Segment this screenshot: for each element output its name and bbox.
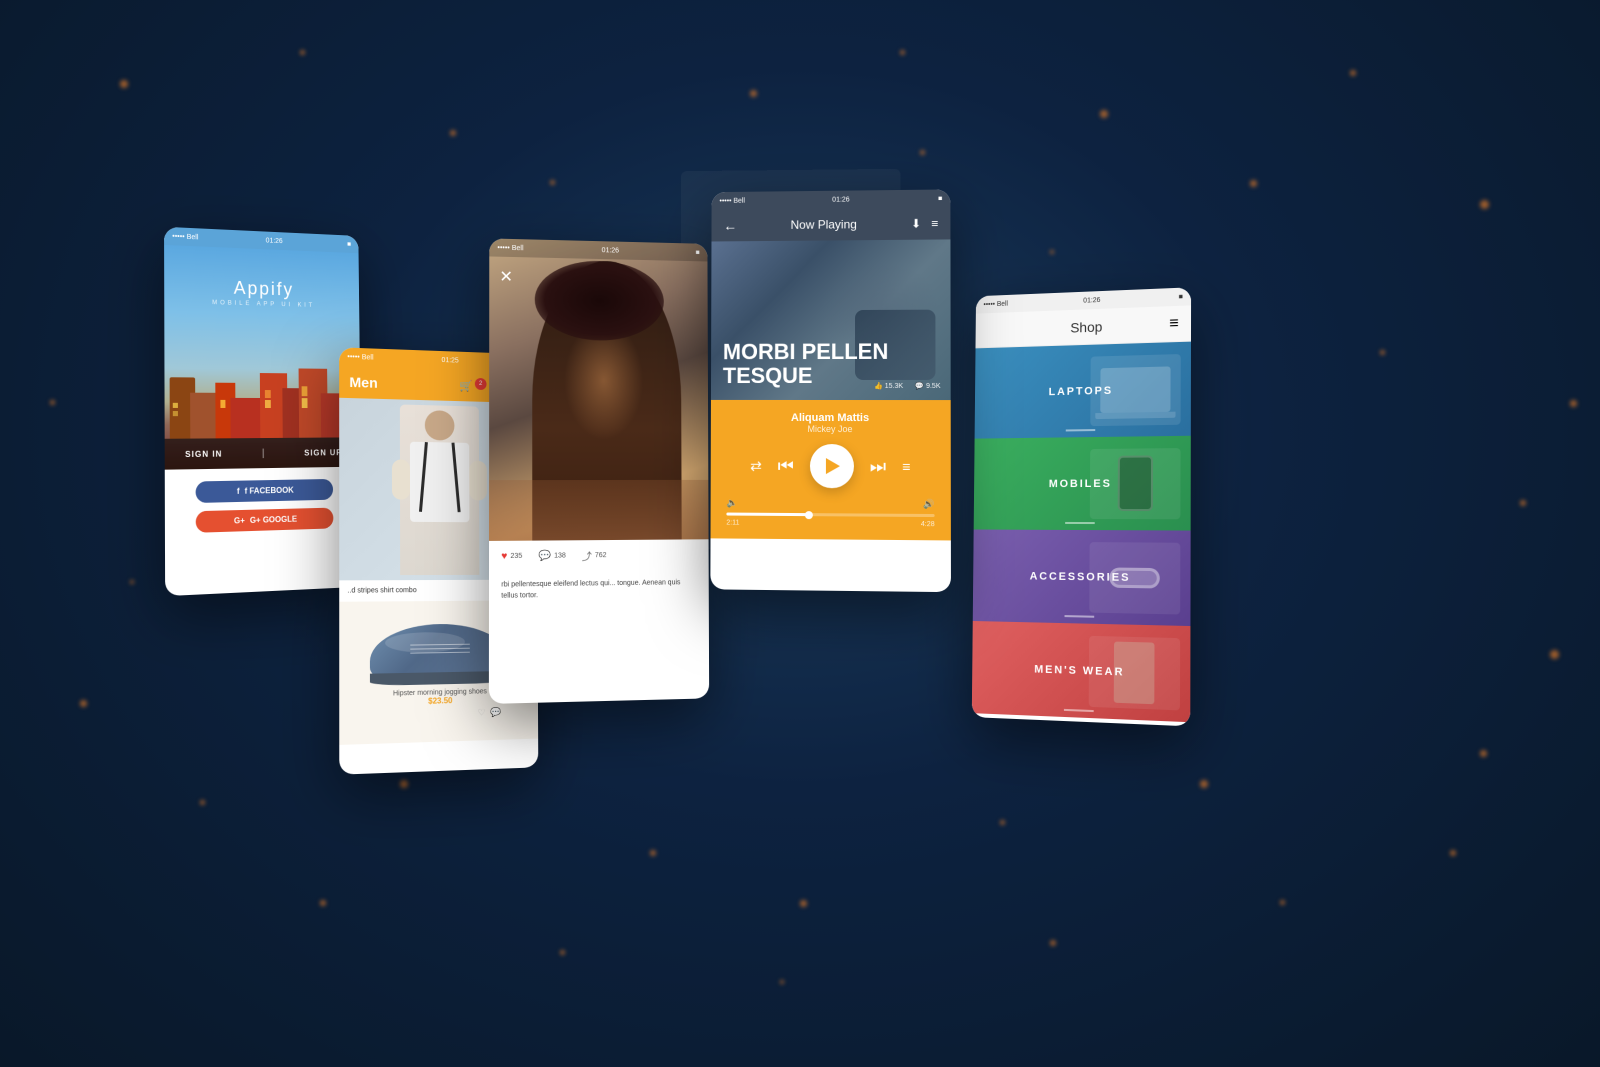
phone3-time: 01:26 (602, 247, 619, 254)
category-menswear-label: MEN'S WEAR (1034, 663, 1124, 678)
phone3-signal: ••••• Bell (497, 244, 523, 252)
category-laptops-label: LAPTOPS (1049, 384, 1114, 397)
phone4-menu-icon[interactable]: ≡ (931, 217, 938, 231)
progress-fill (726, 513, 809, 517)
phone2-title: Men (349, 374, 377, 391)
phone1-signal: ••••• Bell (172, 233, 198, 241)
phone3-share-item: ⤴ 762 (582, 548, 607, 563)
phone3-like-item: ♥ 235 (501, 551, 522, 562)
time-total: 4:28 (921, 521, 935, 528)
phone3-battery: ■ (696, 249, 700, 256)
phone3-article-text: rbi pellentesque eleifend lectus qui... … (489, 570, 709, 610)
phone4-track-name: Aliquam Mattis (723, 412, 939, 424)
phone-shop-categories: ••••• Bell 01:26 ■ Shop ≡ LAPTOPS MOBILE… (972, 287, 1191, 726)
phone4-header: ← Now Playing ⬇ ≡ (711, 207, 950, 241)
google-icon: G+ (234, 516, 245, 525)
phone1-signin[interactable]: SIGN IN (185, 449, 222, 459)
phone4-battery: ■ (938, 195, 942, 202)
shoe-wishlist-icon[interactable]: ♡ (478, 707, 486, 718)
facebook-login-button[interactable]: f f FACEBOOK (196, 479, 334, 503)
phone4-progress-wrapper: 🔈 🔊 2:11 4:28 (726, 498, 934, 529)
next-button[interactable]: ⏭ (870, 456, 886, 477)
cart-icon[interactable]: 🛒 (459, 379, 472, 392)
phone4-signal: ••••• Bell (719, 197, 744, 204)
volume-icon[interactable]: 🔈 (726, 498, 737, 509)
phone4-player-controls: ⇄ ⏮ ⏭ ≡ (723, 444, 939, 489)
google-login-button[interactable]: G+ G+ GOOGLE (196, 508, 334, 533)
phone4-time: 01:26 (832, 196, 849, 203)
eq-button[interactable]: ≡ (902, 458, 910, 474)
phone3-like-icon[interactable]: ♥ (501, 551, 507, 562)
phone-appify-login: ••••• Bell 01:26 ■ (164, 227, 362, 596)
phone4-back-icon[interactable]: ← (723, 218, 737, 234)
phone-social-article: ••••• Bell 01:26 ■ ✕ ♥ 235 💬 138 (489, 238, 709, 704)
progress-track[interactable] (726, 513, 934, 518)
phone4-player-section: Aliquam Mattis Mickey Joe ⇄ ⏮ ⏭ ≡ 🔈 🔊 (711, 400, 951, 541)
fb-icon: f (237, 487, 240, 496)
phone3-comment-icon[interactable]: 💬 (538, 551, 551, 562)
category-accessories[interactable]: ACCESSORIES (973, 529, 1191, 626)
phone3-article-content: rbi pellentesque eleifend lectus qui... … (501, 579, 680, 599)
phone3-reactions: ♥ 235 💬 138 ⤴ 762 (489, 539, 709, 572)
phone3-share-count: 762 (595, 552, 607, 559)
phone4-track-artist: Mickey Joe (723, 424, 939, 435)
phone2-shoe-price: $23.50 (370, 694, 509, 706)
phone3-comment-item: 💬 138 (538, 550, 565, 561)
category-laptops[interactable]: LAPTOPS (975, 342, 1191, 439)
category-mobiles[interactable]: MOBILES (974, 436, 1191, 531)
phone1-battery: ■ (347, 241, 351, 248)
volume-high-icon[interactable]: 🔊 (923, 499, 934, 510)
phone3-like-count: 235 (510, 553, 522, 560)
prev-button[interactable]: ⏮ (778, 455, 794, 476)
phone3-status-bar: ••••• Bell 01:26 ■ (489, 238, 707, 261)
phone1-app-title: Appify (212, 277, 315, 301)
phone5-signal: ••••• Bell (983, 300, 1008, 308)
phone3-close-button[interactable]: ✕ (499, 267, 513, 287)
phone5-time: 01:26 (1083, 297, 1100, 305)
phone5-header-title: Shop (1070, 318, 1102, 335)
category-accessories-label: ACCESSORIES (1030, 570, 1131, 583)
shuffle-button[interactable]: ⇄ (750, 457, 762, 474)
phone4-track-info: Aliquam Mattis Mickey Joe (723, 412, 939, 434)
phone4-download-icon[interactable]: ⬇ (911, 217, 921, 231)
phone1-signup[interactable]: SIGN UP (304, 448, 342, 457)
category-menswear[interactable]: MEN'S WEAR (972, 621, 1191, 722)
shoe-comment-icon[interactable]: 💬 (490, 706, 501, 717)
time-labels: 2:11 4:28 (726, 520, 934, 529)
phone-now-playing: ••••• Bell 01:26 ■ ← Now Playing ⬇ ≡ MOR… (710, 189, 951, 592)
phone1-sign-bar: SIGN IN | SIGN UP (165, 437, 361, 469)
progress-thumb[interactable] (805, 511, 813, 519)
phone4-song-title: MORBI PELLEN TESQUE (723, 339, 939, 388)
phone1-time: 01:26 (266, 237, 283, 245)
category-mobiles-label: MOBILES (1049, 477, 1112, 489)
phone2-signal: ••••• Bell (347, 353, 373, 361)
phone2-product-title: ..d stripes shirt combo (347, 587, 416, 594)
phone3-comment-count: 138 (554, 552, 566, 559)
phone1-hero: Appify MOBILE APP UI KIT SIGN IN | SIGN … (164, 245, 361, 470)
time-current: 2:11 (726, 520, 739, 527)
phone4-header-title: Now Playing (791, 217, 857, 232)
phone3-hero-photo: ••••• Bell 01:26 ■ ✕ (489, 238, 709, 541)
phone4-hero-section: MORBI PELLEN TESQUE 👍 15.3K 💬 9.5K (711, 239, 951, 400)
phone2-time: 01:25 (442, 357, 459, 365)
phone5-battery: ■ (1179, 293, 1183, 300)
phone3-share-icon[interactable]: ⤴ (582, 548, 592, 563)
phone5-menu-icon[interactable]: ≡ (1169, 314, 1179, 332)
play-pause-button[interactable] (810, 444, 854, 488)
phone1-buttons-area: f f FACEBOOK G+ G+ GOOGLE (165, 467, 362, 547)
phones-display: ••••• Bell 01:26 ■ (0, 0, 1600, 1067)
